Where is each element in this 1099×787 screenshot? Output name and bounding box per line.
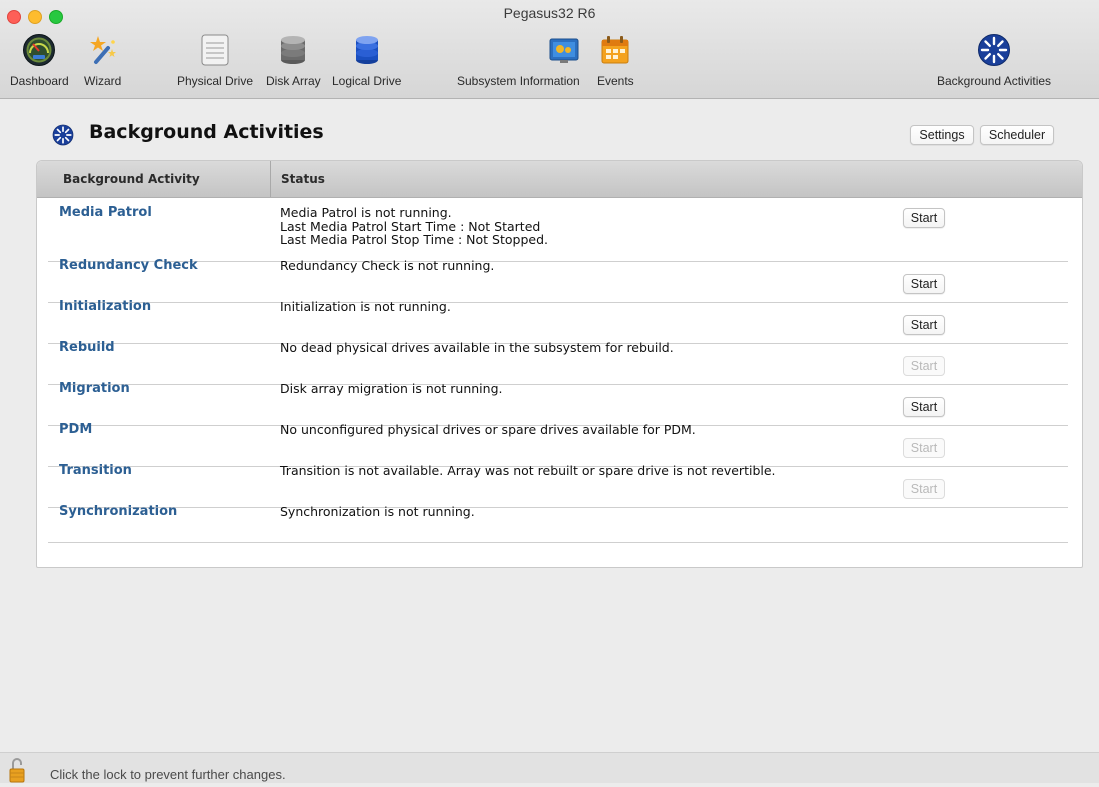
start-button: Start bbox=[903, 356, 945, 376]
activity-status-line: No dead physical drives available in the… bbox=[280, 340, 674, 355]
activity-status: Transition is not available. Array was n… bbox=[280, 464, 776, 478]
footer-lock-message: Click the lock to prevent further change… bbox=[50, 767, 286, 782]
activity-status-line: Disk array migration is not running. bbox=[280, 381, 503, 396]
toolbar-label: Wizard bbox=[84, 74, 122, 88]
activity-name[interactable]: Rebuild bbox=[59, 340, 115, 355]
toolbar-label: Logical Drive bbox=[332, 74, 402, 88]
column-header-status: Status bbox=[281, 172, 325, 186]
start-button[interactable]: Start bbox=[903, 274, 945, 294]
column-header-activity: Background Activity bbox=[63, 172, 200, 186]
toolbar-events[interactable]: Events bbox=[597, 33, 634, 88]
start-button: Start bbox=[903, 479, 945, 499]
toolbar-physical-drive[interactable]: Physical Drive bbox=[177, 33, 253, 88]
activity-status: Initialization is not running. bbox=[280, 300, 451, 314]
activity-status-line: Transition is not available. Array was n… bbox=[280, 463, 776, 478]
toolbar-dashboard[interactable]: Dashboard bbox=[10, 33, 69, 88]
activities-table: Background Activity Status Media Patrol M… bbox=[36, 160, 1083, 568]
start-button[interactable]: Start bbox=[903, 315, 945, 335]
toolbar-label: Dashboard bbox=[10, 74, 69, 88]
activity-name[interactable]: Synchronization bbox=[59, 504, 177, 519]
logical-drive-icon bbox=[350, 33, 384, 67]
toolbar-label: Events bbox=[597, 74, 634, 88]
dashboard-gauge-icon bbox=[22, 33, 56, 67]
activity-status-line: Last Media Patrol Stop Time : Not Stoppe… bbox=[280, 232, 548, 247]
activity-name[interactable]: Media Patrol bbox=[59, 205, 152, 220]
activity-name[interactable]: PDM bbox=[59, 422, 92, 437]
row-divider bbox=[48, 384, 1068, 385]
activity-name[interactable]: Migration bbox=[59, 381, 130, 396]
column-divider bbox=[270, 161, 271, 197]
activity-status-line: Synchronization is not running. bbox=[280, 504, 475, 519]
activity-status-line: Initialization is not running. bbox=[280, 299, 451, 314]
settings-button[interactable]: Settings bbox=[910, 125, 974, 145]
toolbar-label: Subsystem Information bbox=[457, 74, 580, 88]
toolbar-label: Physical Drive bbox=[177, 74, 254, 88]
row-divider bbox=[48, 302, 1068, 303]
lock-icon[interactable] bbox=[9, 755, 25, 783]
activity-status-line: Media Patrol is not running. bbox=[280, 205, 452, 220]
activity-name[interactable]: Redundancy Check bbox=[59, 258, 198, 273]
toolbar: Pegasus32 R6 Dashboard Wizard Physical D… bbox=[0, 0, 1099, 99]
activity-status: Synchronization is not running. bbox=[280, 505, 475, 519]
toolbar-label: Disk Array bbox=[266, 74, 321, 88]
toolbar-subsystem-information[interactable]: Subsystem Information bbox=[457, 33, 580, 88]
toolbar-background-activities[interactable]: Background Activities bbox=[937, 33, 1051, 88]
activity-status: Redundancy Check is not running. bbox=[280, 259, 494, 273]
background-activities-icon bbox=[52, 124, 74, 146]
toolbar-wizard[interactable]: Wizard bbox=[84, 33, 121, 88]
row-divider bbox=[48, 261, 1068, 262]
subsystem-information-icon bbox=[547, 33, 581, 67]
background-activities-icon bbox=[977, 33, 1011, 67]
row-divider bbox=[48, 507, 1068, 508]
table-header: Background Activity Status bbox=[37, 161, 1082, 198]
page-title: Background Activities bbox=[89, 121, 324, 143]
activity-name[interactable]: Transition bbox=[59, 463, 132, 478]
disk-array-icon bbox=[276, 33, 310, 67]
activity-name[interactable]: Initialization bbox=[59, 299, 151, 314]
activity-status: No dead physical drives available in the… bbox=[280, 341, 674, 355]
activity-status: Media Patrol is not running. Last Media P… bbox=[280, 206, 548, 247]
toolbar-label: Background Activities bbox=[937, 74, 1052, 88]
events-calendar-icon bbox=[598, 33, 632, 67]
window-title: Pegasus32 R6 bbox=[503, 5, 596, 21]
row-divider bbox=[48, 542, 1068, 543]
footer-bar: Click the lock to prevent further change… bbox=[0, 752, 1099, 783]
activity-status: Disk array migration is not running. bbox=[280, 382, 503, 396]
scheduler-button[interactable]: Scheduler bbox=[980, 125, 1054, 145]
activity-status-line: No unconfigured physical drives or spare… bbox=[280, 422, 696, 437]
toolbar-logical-drive[interactable]: Logical Drive bbox=[332, 33, 401, 88]
activity-status-line: Redundancy Check is not running. bbox=[280, 258, 495, 273]
activity-status-line: Last Media Patrol Start Time : Not Start… bbox=[280, 218, 541, 234]
toolbar-disk-array[interactable]: Disk Array bbox=[266, 33, 321, 88]
start-button[interactable]: Start bbox=[903, 397, 945, 417]
physical-drive-icon bbox=[198, 33, 232, 67]
activity-status: No unconfigured physical drives or spare… bbox=[280, 423, 696, 437]
start-button[interactable]: Start bbox=[903, 208, 945, 228]
start-button: Start bbox=[903, 438, 945, 458]
wizard-wand-icon bbox=[86, 33, 120, 67]
